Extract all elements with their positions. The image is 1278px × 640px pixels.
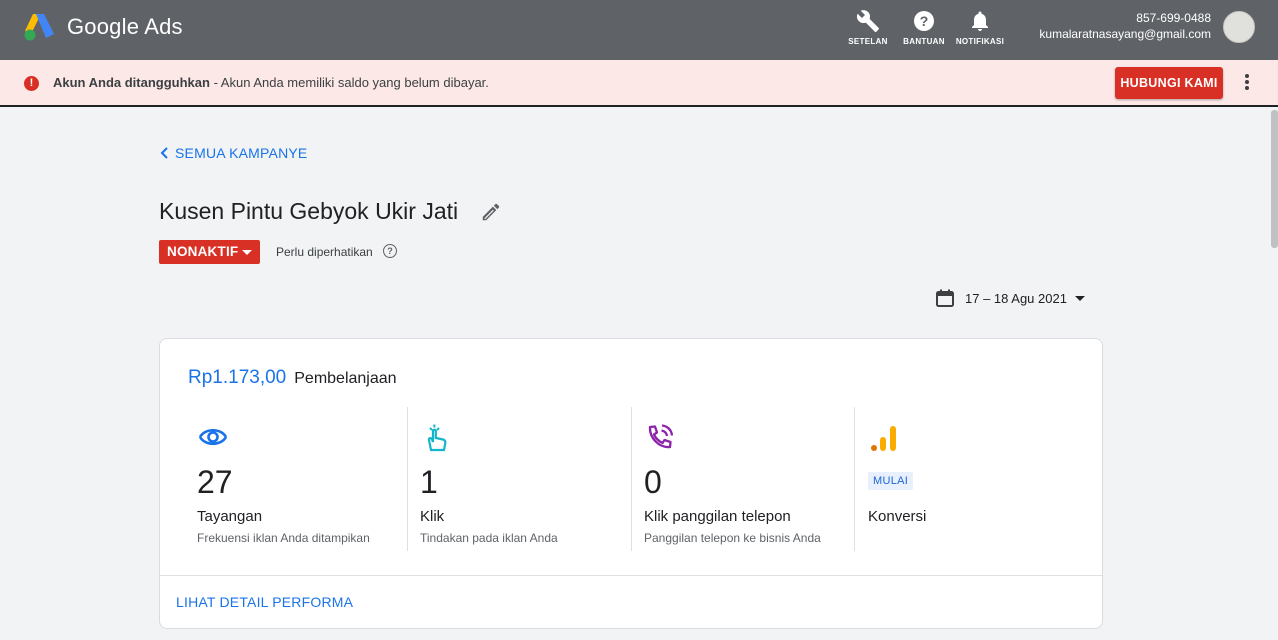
eye-icon [198,428,228,446]
clicks-description: Tindakan pada iklan Anda [420,531,558,545]
settings-button[interactable]: SETELAN [838,9,898,46]
spend-amount: Rp1.173,00 [188,367,287,388]
settings-label: SETELAN [848,37,888,46]
alert-message: - Akun Anda memiliki saldo yang belum di… [209,75,489,90]
account-info[interactable]: 857-699-0488 kumalaratnasayang@gmail.com [1039,11,1211,41]
metric-divider [407,407,408,551]
get-started-badge[interactable]: MULAI [868,472,914,490]
metric-divider [854,407,855,551]
campaign-title: Kusen Pintu Gebyok Ukir Jati [159,198,459,224]
campaign-status-dropdown[interactable]: NONAKTIF [159,240,260,264]
more-vert-icon[interactable] [1238,72,1256,94]
back-to-all-campaigns-link[interactable]: SEMUA KAMPANYE [159,145,307,161]
clicks-name: Klik [420,508,445,525]
spend-summary: Rp1.173,00 Pembelanjaan [188,367,397,389]
impressions-value: 27 [197,464,233,500]
wrench-icon [856,10,879,32]
bar-chart-icon [871,426,896,451]
brand-name[interactable]: Google Ads [67,14,183,40]
alert-text: Akun Anda ditangguhkan - Akun Anda memil… [53,75,489,90]
bell-icon [972,11,988,31]
avatar[interactable] [1223,11,1255,43]
google-ads-logo-icon[interactable] [22,12,56,42]
suspension-alert-bar: ! Akun Anda ditangguhkan - Akun Anda mem… [0,60,1278,107]
calendar-icon [936,289,954,307]
notifications-button[interactable]: NOTIFIKASI [950,9,1010,46]
dropdown-arrow-icon [1074,295,1085,301]
spend-label: Pembelanjaan [294,370,397,387]
help-circle-icon[interactable]: ? [383,244,397,258]
back-link-label: SEMUA KAMPANYE [175,145,308,161]
status-note: Perlu diperhatikan [276,245,373,259]
date-range-label: 17 – 18 Agu 2021 [965,290,1067,306]
conversions-name: Konversi [868,508,927,525]
contact-us-button[interactable]: HUBUNGI KAMI [1115,67,1223,99]
account-phone: 857-699-0488 [1136,11,1211,25]
alert-title: Akun Anda ditangguhkan [53,75,210,90]
scrollbar-thumb[interactable] [1271,110,1278,248]
svg-text:?: ? [920,13,929,29]
phone-call-icon [648,424,674,449]
performance-summary-card: Rp1.173,00 Pembelanjaan 27 Tayangan Frek… [159,338,1103,629]
account-email: kumalaratnasayang@gmail.com [1039,27,1211,41]
card-divider [160,575,1102,576]
view-performance-details-link[interactable]: LIHAT DETAIL PERFORMA [176,594,353,610]
notifications-label: NOTIFIKASI [955,37,1005,46]
date-range-picker[interactable]: 17 – 18 Agu 2021 [936,289,1085,307]
impressions-description: Frekuensi iklan Anda ditampikan [197,531,370,545]
caret-down-icon [242,250,252,255]
clicks-value: 1 [420,464,438,500]
phone-calls-name: Klik panggilan telepon [644,508,791,525]
phone-calls-value: 0 [644,464,662,500]
tap-icon [427,424,447,452]
status-label: NONAKTIF [167,244,239,259]
error-icon: ! [24,76,39,91]
help-icon: ? [914,11,934,31]
help-label: BANTUAN [903,37,945,46]
chevron-left-icon [160,147,168,159]
top-app-bar: Google Ads SETELAN ? BANTUAN NOTIFIKASI … [0,0,1278,60]
impressions-name: Tayangan [197,508,263,525]
phone-calls-description: Panggilan telepon ke bisnis Anda [644,531,821,545]
help-button[interactable]: ? BANTUAN [894,9,954,46]
metric-divider [631,407,632,551]
edit-pencil-icon[interactable] [480,201,502,223]
